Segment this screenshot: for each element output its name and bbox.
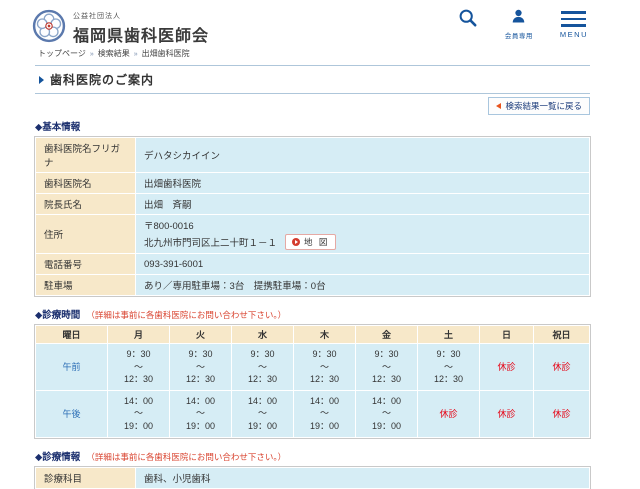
back-row: 検索結果一覧に戻る <box>35 96 590 112</box>
hours-cell: 9：30〜12：30 <box>108 344 170 391</box>
hours-table: 曜日 月 火 水 木 金 土 日 祝日 午前 9：30〜12：30 9：30〜1… <box>35 325 590 438</box>
hours-header-row: 曜日 月 火 水 木 金 土 日 祝日 <box>36 326 590 344</box>
hours-note: （詳細は事前に各歯科医院にお問い合わせ下さい。） <box>86 309 286 321</box>
title-arrow-icon <box>39 76 44 84</box>
page-title: 歯科医院のご案内 <box>50 71 154 88</box>
member-area-label: 会員専用 <box>505 30 533 40</box>
col-header: 土 <box>418 326 480 344</box>
col-header: 日 <box>480 326 534 344</box>
row-value: 歯科、小児歯科 <box>136 467 590 488</box>
hours-cell: 9：30〜12：30 <box>356 344 418 391</box>
hours-cell: 14：00〜19：00 <box>232 390 294 437</box>
row-label: 診療科目 <box>36 467 136 488</box>
row-label: 駐車場 <box>36 275 136 296</box>
person-icon <box>510 8 527 28</box>
hours-cell-closed: 休診 <box>534 344 590 391</box>
table-row: 電話番号 093-391-6001 <box>36 254 590 275</box>
site-header: 公益社団法人 福岡県歯科医師会 会員専用 MENU <box>0 0 640 46</box>
row-label: 午後 <box>36 390 108 437</box>
association-logo-icon <box>32 9 66 48</box>
table-row: 診療科目 歯科、小児歯科 <box>36 467 590 488</box>
table-row: 院長氏名 出畑 斉嗣 <box>36 194 590 215</box>
map-marker-icon <box>292 238 300 246</box>
col-header: 曜日 <box>36 326 108 344</box>
brand-home-link[interactable]: 公益社団法人 福岡県歯科医師会 <box>32 9 209 48</box>
association-type: 公益社団法人 <box>73 11 209 21</box>
table-row: 駐車場 あり／専用駐車場：3台 提携駐車場：0台 <box>36 275 590 296</box>
hours-row-morning: 午前 9：30〜12：30 9：30〜12：30 9：30〜12：30 9：30… <box>36 344 590 391</box>
row-label: 歯科医院名フリガナ <box>36 138 136 173</box>
breadcrumb-separator: » <box>134 51 138 58</box>
col-header: 火 <box>170 326 232 344</box>
row-label: 歯科医院名 <box>36 173 136 194</box>
hours-cell: 9：30〜12：30 <box>232 344 294 391</box>
table-row: 歯科医院名 出畑歯科医院 <box>36 173 590 194</box>
hours-row-afternoon: 午後 14：00〜19：00 14：00〜19：00 14：00〜19：00 1… <box>36 390 590 437</box>
hours-cell: 14：00〜19：00 <box>170 390 232 437</box>
hours-cell: 14：00〜19：00 <box>108 390 170 437</box>
row-label: 午前 <box>36 344 108 391</box>
hours-cell-closed: 休診 <box>480 390 534 437</box>
hours-cell: 9：30〜12：30 <box>170 344 232 391</box>
address-cell: 〒800-0016 北九州市門司区上二十町１－１ 地 図 <box>136 215 590 254</box>
hours-cell: 14：00〜19：00 <box>294 390 356 437</box>
basic-info-table: 歯科医院名フリガナ デハタシカイイン 歯科医院名 出畑歯科医院 院長氏名 出畑 … <box>35 137 590 296</box>
basic-info-heading: ◆基本情報 <box>35 119 590 133</box>
care-heading: ◆診療情報 <box>35 449 80 463</box>
hours-heading: ◆診療時間 <box>35 307 80 321</box>
map-button-label: 地 図 <box>304 236 329 248</box>
hours-cell: 9：30〜12：30 <box>418 344 480 391</box>
breadcrumb-current: 出畑歯科医院 <box>142 49 190 58</box>
breadcrumb-separator: » <box>90 51 94 58</box>
hamburger-menu-icon <box>561 8 586 27</box>
row-label: 電話番号 <box>36 254 136 275</box>
row-value: あり／専用駐車場：3台 提携駐車場：0台 <box>136 275 590 296</box>
association-name: 福岡県歯科医師会 <box>73 22 209 46</box>
table-row: 住所 〒800-0016 北九州市門司区上二十町１－１ 地 図 <box>36 215 590 254</box>
col-header: 祝日 <box>534 326 590 344</box>
back-arrow-icon <box>496 103 501 109</box>
breadcrumb-home-link[interactable]: トップページ <box>38 49 86 58</box>
hours-cell-closed: 休診 <box>418 390 480 437</box>
menu-button[interactable]: MENU <box>560 8 588 39</box>
care-table: 診療科目 歯科、小児歯科 <box>35 467 590 489</box>
main-content: 歯科医院のご案内 検索結果一覧に戻る ◆基本情報 歯科医院名フリガナ デハタシカ… <box>35 65 590 489</box>
col-header: 金 <box>356 326 418 344</box>
breadcrumb-results-link[interactable]: 検索結果 <box>98 49 130 58</box>
row-label: 住所 <box>36 215 136 254</box>
breadcrumb: トップページ » 検索結果 » 出畑歯科医院 <box>38 48 640 59</box>
care-note: （詳細は事前に各歯科医院にお問い合わせ下さい。） <box>86 451 286 463</box>
header-actions: 会員専用 MENU <box>458 8 588 40</box>
page-title-bar: 歯科医院のご案内 <box>35 65 590 94</box>
search-button[interactable] <box>458 8 478 31</box>
col-header: 月 <box>108 326 170 344</box>
address-text: 北九州市門司区上二十町１－１ <box>144 235 277 249</box>
hours-cell: 14：00〜19：00 <box>356 390 418 437</box>
row-label: 院長氏名 <box>36 194 136 215</box>
member-area-button[interactable]: 会員専用 <box>505 8 533 40</box>
col-header: 水 <box>232 326 294 344</box>
menu-label: MENU <box>560 30 588 39</box>
back-link-label: 検索結果一覧に戻る <box>505 100 582 112</box>
map-button[interactable]: 地 図 <box>285 234 336 250</box>
hours-cell: 9：30〜12：30 <box>294 344 356 391</box>
row-value: 出畑歯科医院 <box>136 173 590 194</box>
row-value: デハタシカイイン <box>136 138 590 173</box>
zip-code: 〒800-0016 <box>144 218 581 232</box>
row-value: 出畑 斉嗣 <box>136 194 590 215</box>
col-header: 木 <box>294 326 356 344</box>
table-row: 歯科医院名フリガナ デハタシカイイン <box>36 138 590 173</box>
search-icon <box>458 8 478 31</box>
phone-number: 093-391-6001 <box>136 254 590 275</box>
hours-cell-closed: 休診 <box>534 390 590 437</box>
hours-heading-row: ◆診療時間 （詳細は事前に各歯科医院にお問い合わせ下さい。） <box>35 307 590 321</box>
back-to-results-link[interactable]: 検索結果一覧に戻る <box>488 97 590 115</box>
hours-cell-closed: 休診 <box>480 344 534 391</box>
care-heading-row: ◆診療情報 （詳細は事前に各歯科医院にお問い合わせ下さい。） <box>35 449 590 463</box>
